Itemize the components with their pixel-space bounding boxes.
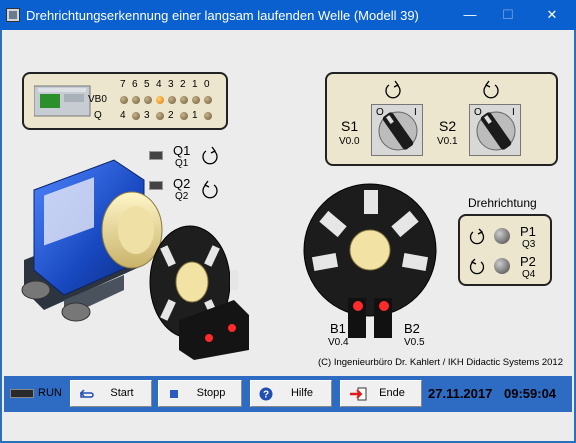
vb0-led-5 (144, 96, 152, 104)
q-num-1: 1 (192, 110, 198, 121)
encoder-disc (303, 183, 437, 338)
window-title: Drehrichtungserkennung einer langsam lau… (26, 8, 419, 23)
b1-label: B1 (330, 321, 346, 336)
simulation-canvas: 7 6 5 4 3 2 1 0 VB0 Q 4 3 2 1 Q1 Q1 Q2 Q… (0, 30, 576, 368)
b2-label: B2 (404, 321, 420, 336)
direction-title: Drehrichtung (468, 196, 537, 210)
direction-panel: P1 Q3 P2 Q4 (458, 214, 552, 286)
run-label: RUN (38, 387, 62, 399)
p2-sublabel: Q4 (522, 269, 536, 280)
bit-3: 3 (168, 79, 174, 90)
vb0-led-4 (156, 96, 164, 104)
q-num-3: 3 (144, 110, 150, 121)
q-led-2 (180, 112, 188, 120)
minimize-button[interactable]: — (460, 5, 480, 25)
title-bar: Drehrichtungserkennung einer langsam lau… (0, 0, 576, 30)
switch-panel: S1 V0.0 O I S2 V0.1 O I (325, 72, 558, 166)
s1-sublabel: V0.0 (339, 136, 360, 147)
q-num-4: 4 (120, 110, 126, 121)
app-icon (6, 8, 20, 22)
stop-button[interactable]: Stopp (158, 380, 242, 407)
end-button[interactable]: Ende (340, 380, 422, 407)
close-button[interactable]: ✕ (542, 5, 562, 25)
help-button[interactable]: ? Hilfe (250, 380, 332, 407)
clockwise-icon (385, 80, 401, 99)
time-display: 09:59:04 (504, 386, 557, 401)
copyright-text: (C) Ingenieurbüro Dr. Kahlert / IKH Dida… (318, 357, 563, 368)
motor-illustration (21, 159, 249, 360)
vb0-label: VB0 (88, 94, 107, 105)
bit-6: 6 (132, 79, 138, 90)
plc-icon (34, 85, 91, 117)
run-indicator (10, 389, 34, 398)
p1-lamp (494, 228, 510, 244)
p1-sublabel: Q3 (522, 239, 536, 250)
bit-0: 0 (204, 79, 210, 90)
clockwise-icon (469, 228, 485, 245)
s2-sublabel: V0.1 (437, 136, 458, 147)
bit-4: 4 (156, 79, 162, 90)
bit-7: 7 (120, 79, 126, 90)
q-led-3 (156, 112, 164, 120)
counterclockwise-icon (483, 80, 499, 99)
vb0-led-6 (132, 96, 140, 104)
end-label: Ende (379, 387, 405, 399)
p1-label: P1 (520, 224, 536, 239)
vb0-led-1 (192, 96, 200, 104)
date-display: 27.11.2017 (428, 386, 493, 401)
toolbar: RUN Start Stopp ? Hilfe Ende 27.11.2017 … (0, 368, 576, 443)
q-led-1 (204, 112, 212, 120)
plc-panel: 7 6 5 4 3 2 1 0 VB0 Q 4 3 2 1 (22, 72, 228, 130)
p2-lamp (494, 258, 510, 274)
q-led-4 (132, 112, 140, 120)
stop-label: Stopp (196, 387, 226, 399)
bit-5: 5 (144, 79, 150, 90)
vb0-led-3 (168, 96, 176, 104)
vb0-led-7 (120, 96, 128, 104)
bit-1: 1 (192, 79, 198, 90)
b2-sublabel: V0.5 (404, 337, 425, 348)
start-label: Start (110, 387, 134, 399)
q-num-2: 2 (168, 110, 174, 121)
help-label: Hilfe (290, 387, 313, 399)
q-label: Q (94, 110, 102, 121)
maximize-button[interactable]: ☐ (498, 5, 518, 25)
start-button[interactable]: Start (70, 380, 152, 407)
bit-2: 2 (180, 79, 186, 90)
vb0-led-0 (204, 96, 212, 104)
toolbar-strip: RUN Start Stopp ? Hilfe Ende 27.11.2017 … (4, 376, 572, 412)
s1-switch[interactable]: O I (371, 104, 423, 156)
vb0-led-2 (180, 96, 188, 104)
s2-switch[interactable]: O I (469, 104, 521, 156)
b1-sublabel: V0.4 (328, 337, 349, 348)
p2-label: P2 (520, 254, 536, 269)
s1-label: S1 (341, 118, 359, 134)
s2-label: S2 (439, 118, 457, 134)
counterclockwise-icon (469, 258, 485, 275)
